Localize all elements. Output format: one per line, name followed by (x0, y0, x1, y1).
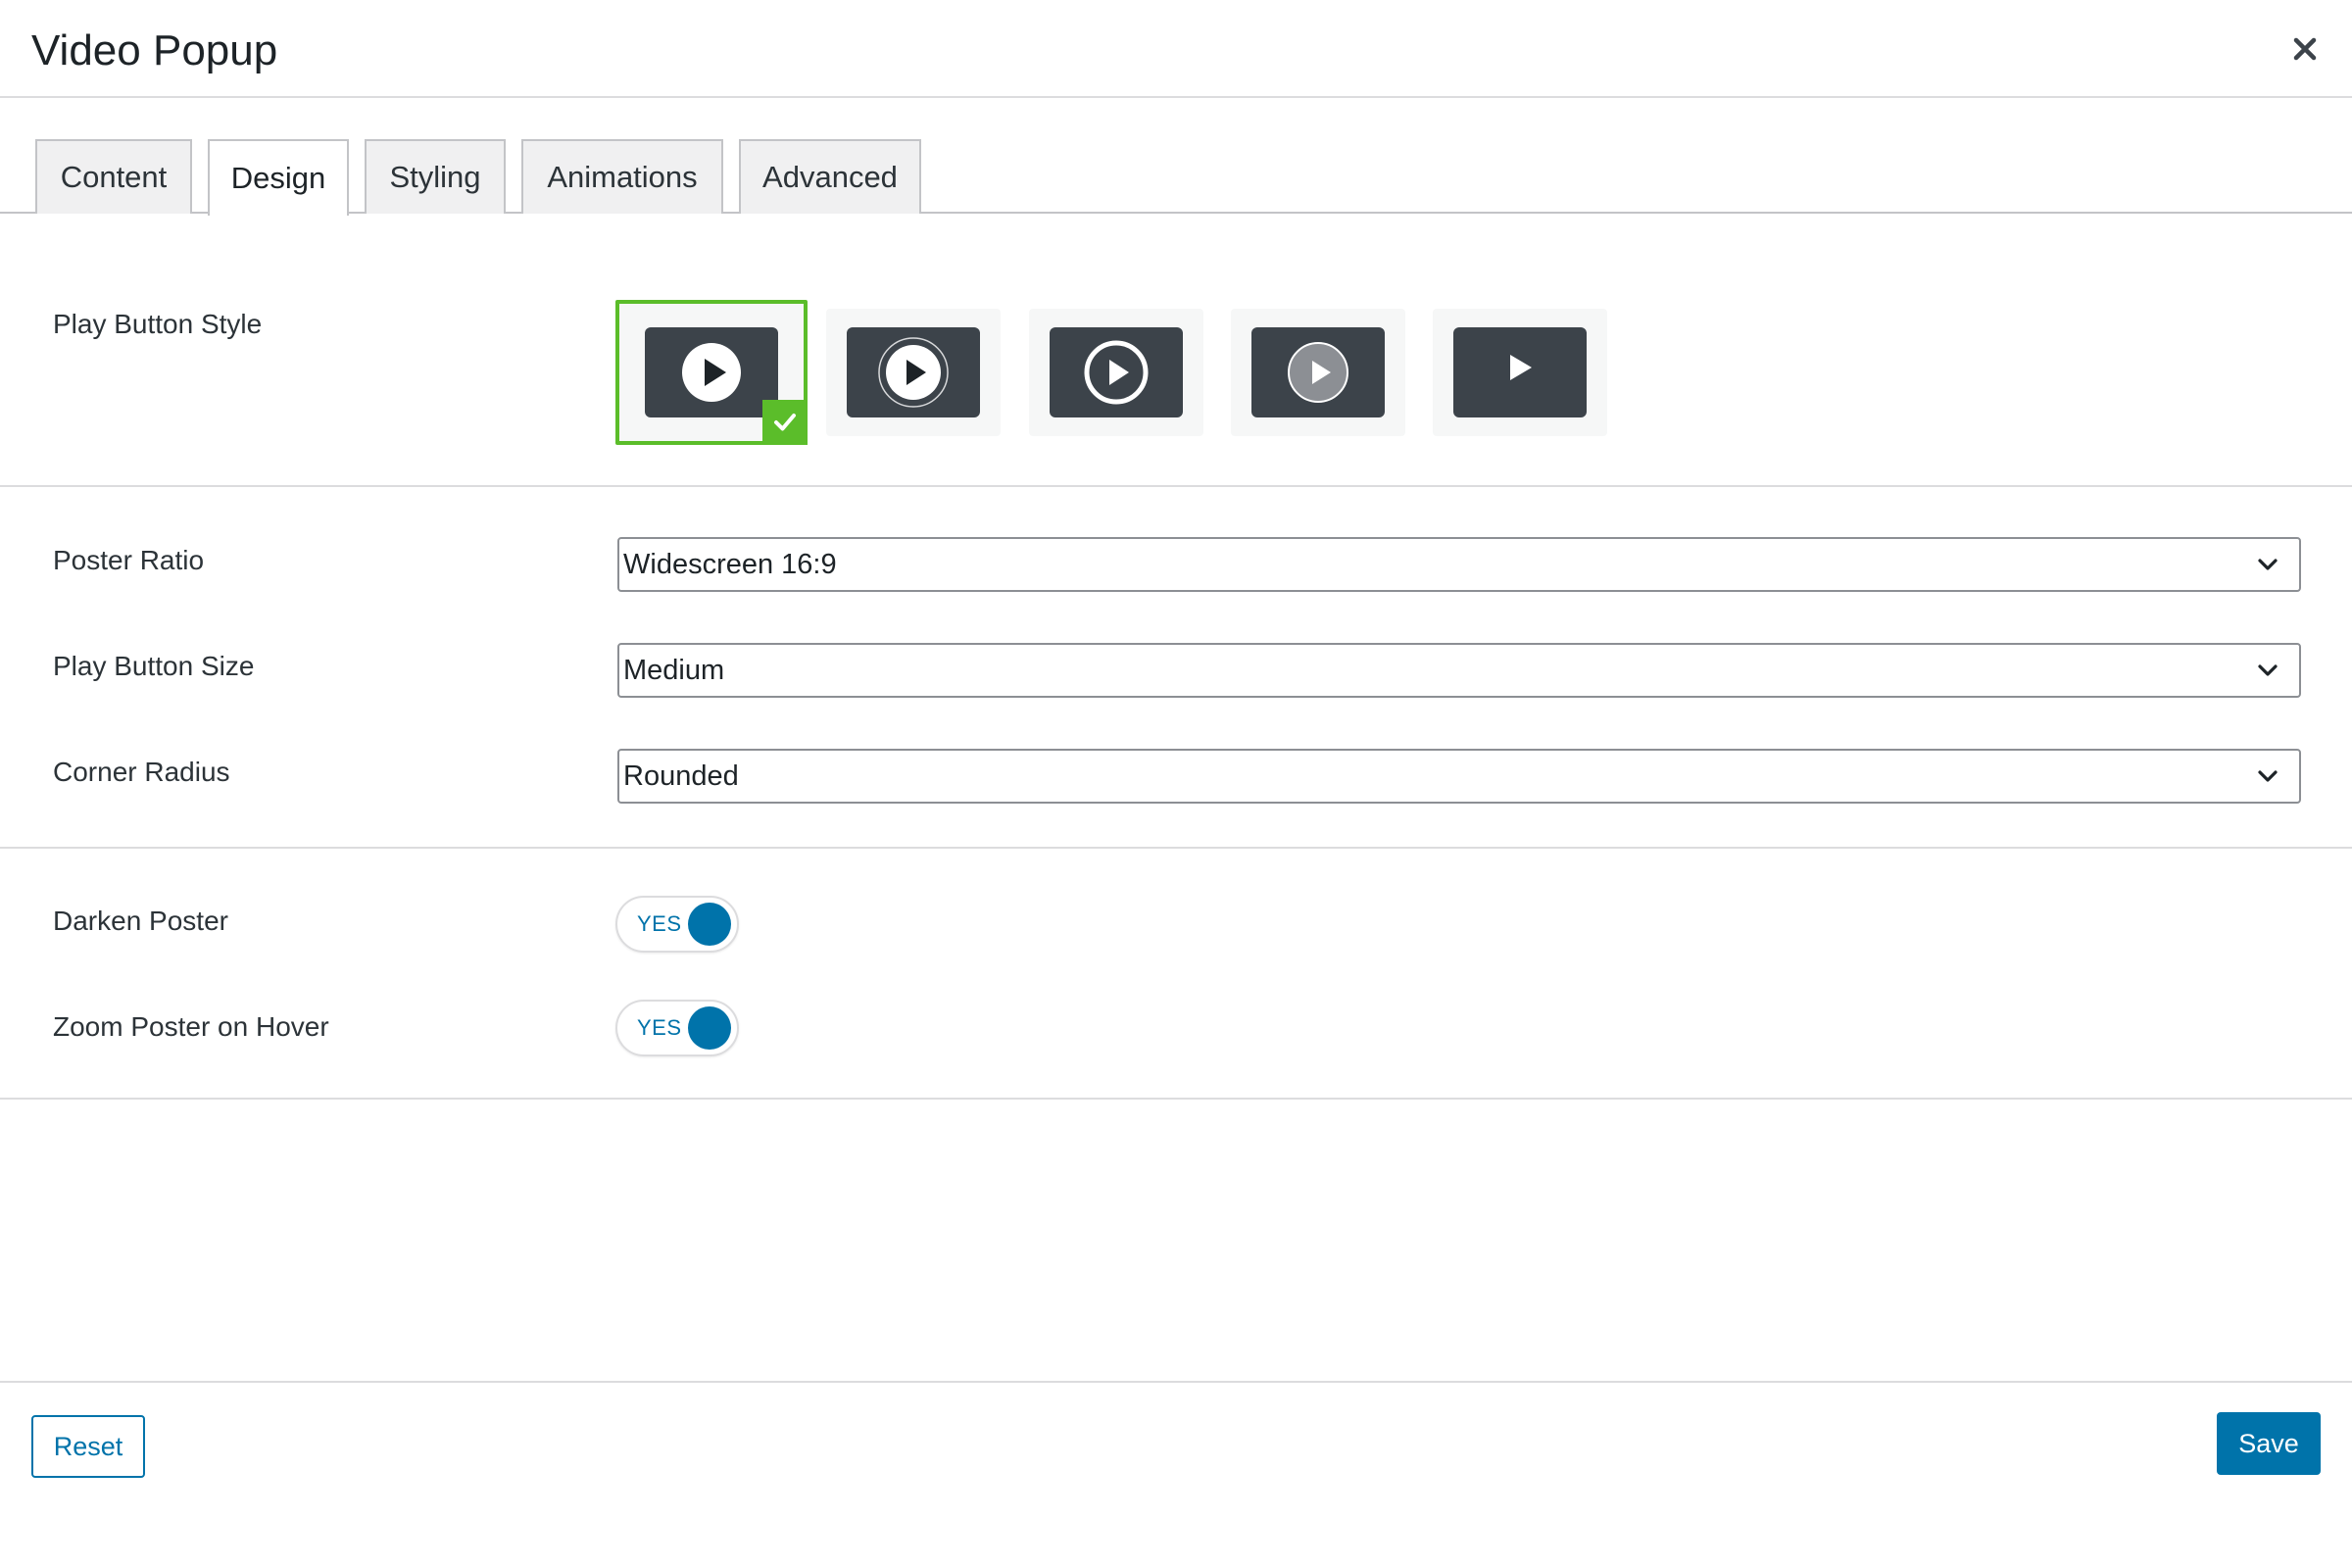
darken-poster-toggle[interactable]: YES (615, 896, 739, 953)
play-style-option-4[interactable] (1231, 309, 1405, 436)
selected-check-badge (762, 400, 808, 445)
toggle-knob (688, 903, 731, 946)
poster-ratio-select[interactable]: Widescreen 16:9 (617, 537, 2301, 592)
zoom-poster-label: Zoom Poster on Hover (53, 1011, 329, 1042)
zoom-poster-toggle[interactable]: YES (615, 1000, 739, 1056)
dialog-footer: Reset Save (0, 1381, 2352, 1568)
dialog-title: Video Popup (31, 26, 278, 74)
play-style-option-3[interactable] (1029, 309, 1203, 436)
corner-radius-label: Corner Radius (53, 757, 230, 787)
play-style-preview (1050, 327, 1183, 417)
close-icon (2293, 37, 2317, 61)
poster-ratio-value: Widescreen 16:9 (623, 549, 837, 580)
chevron-down-icon (2258, 770, 2278, 782)
save-button[interactable]: Save (2217, 1412, 2321, 1475)
play-button-size-value: Medium (623, 655, 725, 686)
play-button-style-label: Play Button Style (53, 309, 263, 339)
close-button[interactable] (2285, 29, 2325, 69)
toggle-knob (688, 1006, 731, 1050)
tab-animations[interactable]: Animations (521, 139, 723, 214)
tab-content[interactable]: Content (35, 139, 192, 214)
play-outline-circle-icon (1084, 340, 1149, 405)
video-popup-dialog: Video Popup Content Design Styling Anima… (0, 0, 2352, 1568)
play-style-preview (645, 327, 778, 417)
play-filled-circle-ring-icon (878, 337, 949, 408)
play-style-option-5[interactable] (1433, 309, 1607, 436)
section-divider (0, 1098, 2352, 1100)
tab-bar: Content Design Styling Animations Advanc… (0, 98, 2352, 216)
check-icon (774, 414, 796, 431)
play-filled-circle-icon (682, 343, 741, 402)
play-triangle-icon (1510, 355, 1532, 380)
dialog-header: Video Popup (0, 0, 2352, 98)
chevron-down-icon (2258, 559, 2278, 570)
chevron-down-icon (2258, 664, 2278, 676)
corner-radius-select[interactable]: Rounded (617, 749, 2301, 804)
section-divider (0, 485, 2352, 487)
play-style-option-1[interactable] (615, 300, 808, 445)
tab-design[interactable]: Design (208, 139, 349, 216)
tab-styling[interactable]: Styling (365, 139, 506, 214)
darken-poster-label: Darken Poster (53, 906, 228, 936)
section-divider (0, 847, 2352, 849)
play-button-size-select[interactable]: Medium (617, 643, 2301, 698)
poster-ratio-label: Poster Ratio (53, 545, 205, 575)
reset-button[interactable]: Reset (31, 1415, 145, 1478)
play-style-preview (1453, 327, 1587, 417)
toggle-state-text: YES (637, 1015, 682, 1040)
play-translucent-circle-icon (1288, 342, 1348, 403)
play-button-size-label: Play Button Size (53, 651, 255, 681)
play-style-option-2[interactable] (826, 309, 1001, 436)
tab-advanced[interactable]: Advanced (739, 139, 921, 214)
toggle-state-text: YES (637, 911, 682, 936)
play-style-preview (1251, 327, 1385, 417)
play-style-preview (847, 327, 980, 417)
corner-radius-value: Rounded (623, 760, 739, 792)
